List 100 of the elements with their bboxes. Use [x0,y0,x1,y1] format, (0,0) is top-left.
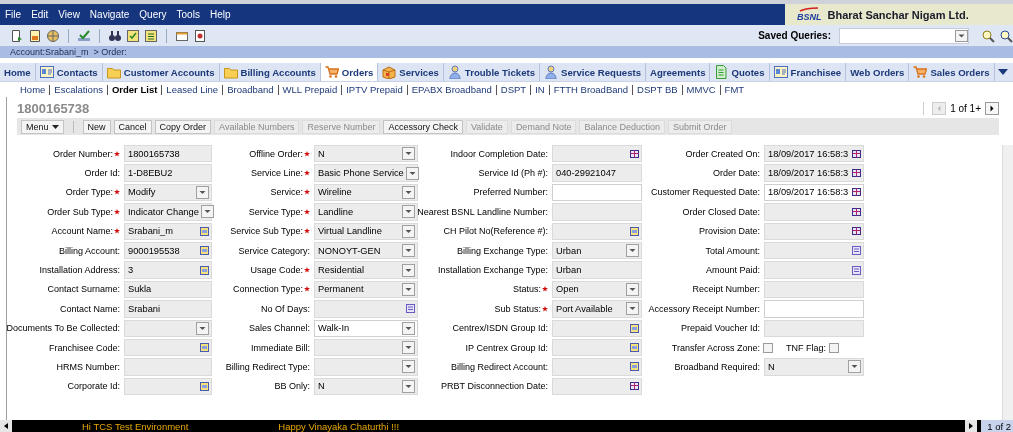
calculator-icon[interactable] [852,246,861,256]
input-field[interactable] [124,358,212,376]
nav-link[interactable]: EPABX Broadband [406,84,496,95]
dropdown-field[interactable]: Walk-In [314,319,418,337]
document-icon[interactable] [10,28,24,43]
menu-item[interactable]: Tools [171,9,205,20]
calendar-icon[interactable] [630,381,639,392]
number-field[interactable] [764,241,864,260]
button[interactable]: Cancel [113,119,152,134]
button[interactable]: New [82,119,111,134]
dropdown-icon[interactable] [402,341,415,355]
calculator-icon[interactable] [852,265,861,275]
nav-link[interactable]: DSPT BB [632,84,682,95]
menu-item[interactable]: View [53,9,85,20]
nav-link[interactable]: DSPT [495,84,531,95]
date-field[interactable]: 18/09/2017 16:58:3 [764,183,864,202]
checkbox[interactable] [829,342,839,353]
saved-queries-dropdown[interactable] [839,27,969,44]
tab[interactable]: Sales Orders [909,63,995,81]
input-field[interactable]: 1-D8EBU2 [124,164,212,182]
scroll-left-icon[interactable] [0,420,12,432]
menu-item[interactable]: Query [134,9,172,20]
tab[interactable]: Service Requests [540,63,646,81]
dropdown-icon[interactable] [402,185,415,199]
dropdown-icon[interactable] [626,302,639,316]
dropdown-field[interactable]: Modify [124,183,212,202]
menu-item[interactable]: Edit [26,9,54,20]
nav-link[interactable]: Broadband [222,84,278,95]
tab[interactable]: Contacts [35,63,103,81]
caret-icon[interactable] [51,124,59,129]
input-field[interactable]: 1800165738 [124,145,212,163]
dropdown-icon[interactable] [402,147,415,161]
picker-field[interactable] [552,338,642,357]
globe-icon[interactable] [46,28,60,43]
dropdown-icon[interactable] [405,166,419,180]
date-field[interactable] [552,145,642,163]
nav-link[interactable]: Order List [106,84,162,95]
dropdown-icon[interactable] [955,29,968,42]
dropdown-field[interactable]: Permanent [314,280,418,299]
search-icon[interactable] [999,28,1013,43]
dropdown-icon[interactable] [402,205,415,219]
dropdown-icon[interactable] [402,321,415,335]
input-field[interactable] [764,319,864,337]
dropdown-field[interactable]: Wireline [314,183,418,202]
dropdown-icon[interactable] [402,379,415,393]
dropdown-field[interactable]: Virtual Landline [314,222,418,240]
tab[interactable]: Home [0,63,36,81]
dropdown-field[interactable]: Residential [314,261,418,279]
dropdown-field[interactable]: Port Available [552,300,642,318]
dropdown-field[interactable]: N [314,145,418,163]
dropdown-field[interactable]: N [314,377,418,396]
document-icon[interactable] [28,28,42,43]
scroll-right-icon[interactable] [965,420,978,432]
dropdown-field[interactable]: Urban [552,241,642,260]
calendar-icon[interactable] [852,206,861,217]
input-field[interactable]: Sukla [124,280,212,299]
input-field[interactable] [552,183,642,202]
nav-link[interactable]: Escalations [49,84,107,95]
checklist-icon[interactable] [126,28,140,43]
picker-field[interactable] [552,358,642,376]
calendar-icon[interactable] [852,226,861,237]
dropdown-icon[interactable] [402,244,415,258]
tab[interactable]: Quotes [710,63,770,81]
nav-link[interactable]: MMVC [681,84,720,95]
nav-link[interactable]: IPTV Prepaid [341,84,407,95]
input-field[interactable] [764,280,864,299]
date-field[interactable] [764,222,864,240]
calendar-icon[interactable] [852,187,861,198]
dropdown-icon[interactable] [626,282,639,296]
number-field[interactable] [764,261,864,279]
menu-item[interactable]: Navigate [84,9,135,20]
calculator-icon[interactable] [406,304,415,314]
dropdown-icon[interactable] [200,205,214,219]
dropdown-field[interactable]: NONOYT-GEN [314,241,418,260]
dropdown-icon[interactable] [402,224,415,238]
calendar-icon[interactable] [852,148,861,159]
nav-link[interactable]: IN [530,84,549,95]
nav-link[interactable]: Home [16,84,50,95]
menu-item[interactable]: Help [204,9,236,20]
nav-link[interactable]: FTTH BroadBand [548,84,633,95]
picker-field[interactable] [124,338,212,357]
dropdown-icon[interactable] [196,185,209,199]
binoculars-icon[interactable] [108,28,122,43]
menu-item[interactable]: File [0,9,27,20]
picker-field[interactable] [552,222,642,240]
date-field[interactable]: 18/09/2017 16:58:3 [764,164,864,182]
dropdown-icon[interactable] [196,321,209,335]
menu-button[interactable]: Menu [21,119,64,134]
picker-field[interactable]: 3 [124,261,212,279]
nav-link[interactable]: FMT [719,84,749,95]
button[interactable]: Copy Order [154,119,212,134]
picker-field[interactable]: Srabani_m [124,222,212,240]
picker-field[interactable]: 9000195538 [124,241,212,260]
tab[interactable]: Billing Accounts [219,63,321,81]
checkbox[interactable] [763,342,773,353]
number-field[interactable] [314,300,418,318]
dropdown-icon[interactable] [626,244,639,258]
tab[interactable]: Franchisee [769,63,847,81]
dropdown-field[interactable]: N [764,358,864,376]
dropdown-icon[interactable] [402,263,415,277]
